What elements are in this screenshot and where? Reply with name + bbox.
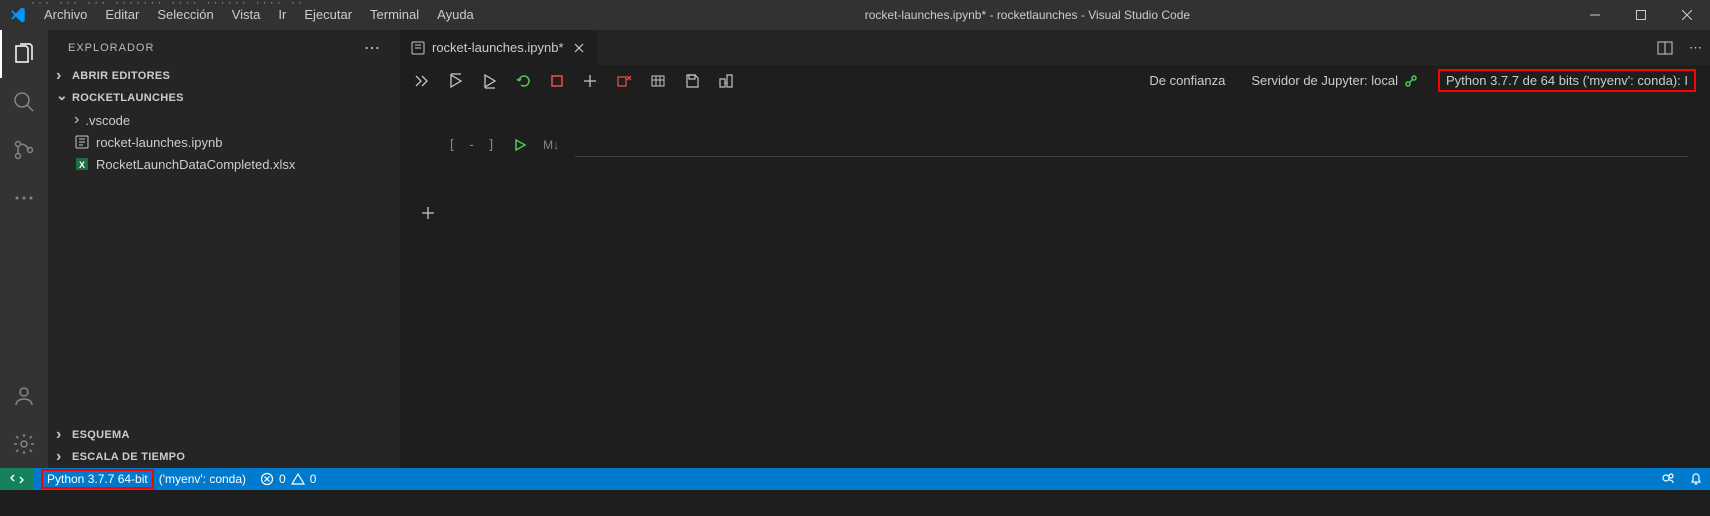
error-icon bbox=[260, 472, 274, 486]
feedback-icon[interactable] bbox=[1654, 468, 1682, 490]
remote-button[interactable] bbox=[0, 468, 34, 490]
outline-label: ESQUEMA bbox=[72, 429, 130, 441]
menu-view[interactable]: Vista bbox=[223, 0, 270, 30]
timeline-label: ESCALA DE TIEMPO bbox=[72, 451, 185, 463]
menu-terminal[interactable]: Terminal bbox=[361, 0, 428, 30]
chevron-down-icon bbox=[56, 90, 72, 107]
notebook-icon bbox=[410, 40, 426, 56]
run-above-icon[interactable] bbox=[448, 73, 464, 89]
jupyter-server-status[interactable]: Servidor de Jupyter: local bbox=[1245, 73, 1424, 88]
add-cell-icon[interactable] bbox=[582, 73, 598, 89]
variables-icon[interactable] bbox=[650, 73, 666, 89]
restart-kernel-icon[interactable] bbox=[516, 73, 532, 89]
tree-label: .vscode bbox=[85, 113, 130, 128]
export-icon[interactable] bbox=[718, 73, 734, 89]
run-below-icon[interactable] bbox=[482, 73, 498, 89]
warning-icon bbox=[291, 472, 305, 486]
menu-bar: Archivo Editar Selección Vista Ir Ejecut… bbox=[35, 0, 483, 30]
tree-file-xlsx[interactable]: X RocketLaunchDataCompleted.xlsx bbox=[48, 153, 400, 175]
run-all-icon[interactable] bbox=[414, 73, 430, 89]
maximize-button[interactable] bbox=[1618, 0, 1664, 30]
open-editors-section[interactable]: ABRIR EDITORES bbox=[48, 65, 400, 87]
trusted-status[interactable]: De confianza bbox=[1143, 73, 1231, 88]
tree-folder-vscode[interactable]: .vscode bbox=[48, 109, 400, 131]
open-editors-label: ABRIR EDITORES bbox=[72, 70, 170, 82]
explorer-sidebar: EXPLORADOR ⋯ ABRIR EDITORES ROCKETLAUNCH… bbox=[48, 30, 400, 468]
markdown-indicator: M↓ bbox=[543, 138, 559, 152]
notebook-cell[interactable]: [ - ] M↓ bbox=[408, 133, 1702, 157]
menu-help[interactable]: Ayuda bbox=[428, 0, 483, 30]
editor-area: rocket-launches.ipynb* ⋯ bbox=[400, 30, 1710, 468]
save-icon[interactable] bbox=[684, 73, 700, 89]
svg-text:X: X bbox=[79, 160, 85, 170]
menu-selection[interactable]: Selección bbox=[148, 0, 222, 30]
status-bar: Python 3.7.7 64-bit ('myenv': conda) 0 0 bbox=[0, 468, 1710, 490]
tab-close-icon[interactable] bbox=[570, 39, 588, 57]
window-title: rocket-launches.ipynb* - rocketlaunches … bbox=[483, 8, 1572, 22]
tree-file-notebook[interactable]: rocket-launches.ipynb bbox=[48, 131, 400, 153]
chevron-right-icon bbox=[56, 448, 72, 466]
chevron-right-icon bbox=[56, 67, 72, 85]
minimize-button[interactable] bbox=[1572, 0, 1618, 30]
python-interpreter-status[interactable]: Python 3.7.7 64-bit ('myenv': conda) bbox=[34, 468, 253, 490]
activity-settings[interactable] bbox=[0, 420, 48, 468]
activity-search[interactable] bbox=[0, 78, 48, 126]
problems-status[interactable]: 0 0 bbox=[253, 468, 323, 490]
titlebar: Archivo Editar Selección Vista Ir Ejecut… bbox=[0, 0, 1710, 30]
notifications-icon[interactable] bbox=[1682, 468, 1710, 490]
kernel-status[interactable]: Python 3.7.7 de 64 bits ('myenv': conda)… bbox=[1438, 69, 1696, 92]
folder-label: ROCKETLAUNCHES bbox=[72, 92, 184, 104]
explorer-title: EXPLORADOR bbox=[68, 42, 154, 54]
excel-icon: X bbox=[74, 156, 90, 172]
activity-bar bbox=[0, 30, 48, 468]
chevron-right-icon bbox=[74, 111, 79, 129]
activity-source-control[interactable] bbox=[0, 126, 48, 174]
close-button[interactable] bbox=[1664, 0, 1710, 30]
tab-notebook[interactable]: rocket-launches.ipynb* bbox=[400, 30, 599, 65]
folder-section[interactable]: ROCKETLAUNCHES bbox=[48, 87, 400, 109]
add-cell-below-icon[interactable] bbox=[416, 201, 440, 225]
interrupt-kernel-icon[interactable] bbox=[550, 74, 564, 88]
notebook-toolbar: De confianza Servidor de Jupyter: local … bbox=[400, 65, 1710, 97]
vscode-logo bbox=[0, 6, 35, 24]
outline-section[interactable]: ESQUEMA bbox=[48, 424, 400, 446]
cell-input[interactable] bbox=[575, 133, 1688, 157]
menu-file[interactable]: Archivo bbox=[35, 0, 96, 30]
cell-execution-count: [ - ] bbox=[448, 138, 497, 153]
menu-go[interactable]: Ir bbox=[269, 0, 295, 30]
tree-label: RocketLaunchDataCompleted.xlsx bbox=[96, 157, 295, 172]
tab-label: rocket-launches.ipynb* bbox=[432, 40, 564, 55]
explorer-more-icon[interactable]: ⋯ bbox=[364, 38, 380, 58]
activity-account[interactable] bbox=[0, 372, 48, 420]
activity-explorer[interactable] bbox=[0, 30, 48, 78]
clear-output-icon[interactable] bbox=[616, 73, 632, 89]
timeline-section[interactable]: ESCALA DE TIEMPO bbox=[48, 446, 400, 468]
run-cell-icon[interactable] bbox=[513, 138, 527, 152]
chevron-right-icon bbox=[56, 426, 72, 444]
menu-run[interactable]: Ejecutar bbox=[295, 0, 361, 30]
menu-edit[interactable]: Editar bbox=[96, 0, 148, 30]
editor-more-icon[interactable]: ⋯ bbox=[1689, 40, 1702, 56]
activity-more[interactable] bbox=[0, 174, 48, 222]
notebook-content: [ - ] M↓ bbox=[400, 97, 1710, 468]
connected-icon bbox=[1404, 74, 1418, 88]
notebook-icon bbox=[74, 134, 90, 150]
split-editor-icon[interactable] bbox=[1657, 40, 1673, 56]
window-controls bbox=[1572, 0, 1710, 30]
tab-bar: rocket-launches.ipynb* ⋯ bbox=[400, 30, 1710, 65]
tree-label: rocket-launches.ipynb bbox=[96, 135, 222, 150]
